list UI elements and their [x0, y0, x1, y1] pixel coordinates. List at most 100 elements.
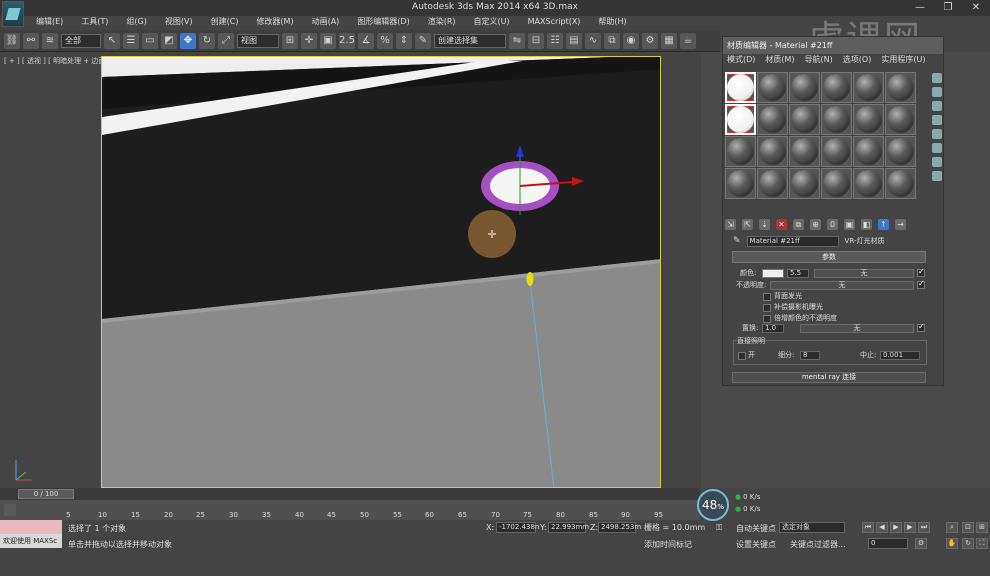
go-forward-sibling-icon[interactable]: →: [895, 218, 906, 230]
viewport-label[interactable]: [ + ] [ 透视 ] [ 明暗处理 + 边面 ]: [4, 56, 110, 66]
pick-material-icon[interactable]: ✎: [733, 236, 741, 246]
auto-key-button[interactable]: 自动关键点: [736, 523, 776, 534]
key-filters-button[interactable]: 关键点过滤器...: [790, 539, 846, 550]
menu-modifiers[interactable]: 修改器(M): [248, 16, 301, 28]
next-frame-icon[interactable]: ▶: [904, 522, 916, 533]
zoom-icon[interactable]: ⌕: [946, 522, 958, 533]
mini-curve-editor-icon[interactable]: [4, 504, 16, 516]
3dsmax-logo-icon[interactable]: [2, 1, 24, 27]
key-target-select[interactable]: 选定对象: [779, 522, 845, 533]
displace-amount-field[interactable]: 1.0: [762, 324, 784, 333]
previous-frame-icon[interactable]: ◀: [876, 522, 888, 533]
material-slot[interactable]: [853, 168, 884, 199]
play-icon[interactable]: ▶: [890, 522, 902, 533]
current-frame-field[interactable]: 0: [868, 538, 908, 549]
menu-tools[interactable]: 工具(T): [73, 16, 116, 28]
material-slot[interactable]: [757, 72, 788, 103]
zoom-all-icon[interactable]: ⊞: [976, 522, 988, 533]
select-by-material-icon[interactable]: [932, 171, 942, 181]
select-by-name-icon[interactable]: ☰: [123, 32, 139, 49]
backlight-icon[interactable]: [932, 87, 942, 97]
sample-type-icon[interactable]: [932, 73, 942, 83]
set-key-button[interactable]: 设置关键点: [736, 539, 776, 550]
pan-icon[interactable]: ✋: [946, 538, 958, 549]
maximize-viewport-icon[interactable]: ⛶: [976, 538, 988, 549]
edit-named-selection-icon[interactable]: ✎: [415, 32, 431, 49]
snaps-toggle-icon[interactable]: 2.5: [339, 32, 355, 49]
material-type-button[interactable]: VR-灯光材质: [845, 236, 885, 246]
displace-map-button[interactable]: 无: [800, 324, 914, 333]
material-slot[interactable]: [821, 168, 852, 199]
schematic-view-icon[interactable]: ⧉: [604, 32, 620, 49]
orbit-icon[interactable]: ↻: [962, 538, 974, 549]
cutoff-field[interactable]: 0.001: [880, 351, 920, 360]
select-and-manipulate-icon[interactable]: ✛: [301, 32, 317, 49]
show-end-result-icon[interactable]: ◧: [861, 218, 872, 230]
me-menu-navigation[interactable]: 导航(N): [805, 54, 833, 66]
me-menu-utilities[interactable]: 实用程序(U): [881, 54, 925, 66]
key-icon[interactable]: ⚿: [716, 523, 722, 533]
material-slot[interactable]: [789, 136, 820, 167]
bind-space-warp-icon[interactable]: ≋: [42, 32, 58, 49]
displace-map-checkbox[interactable]: [917, 322, 925, 332]
make-unique-icon[interactable]: ⧉: [793, 218, 804, 230]
menu-views[interactable]: 视图(V): [157, 16, 201, 28]
me-menu-material[interactable]: 材质(M): [765, 54, 794, 66]
time-slider[interactable]: 0 / 100: [0, 488, 700, 500]
put-material-icon[interactable]: ⇱: [742, 218, 753, 230]
menu-animation[interactable]: 动画(A): [304, 16, 348, 28]
mirror-icon[interactable]: ⇋: [509, 32, 525, 49]
sample-uv-tiling-icon[interactable]: [932, 115, 942, 125]
spinner-snap-icon[interactable]: ⇕: [396, 32, 412, 49]
material-editor-icon[interactable]: ◉: [623, 32, 639, 49]
menu-graph-editors[interactable]: 图形编辑器(D): [349, 16, 417, 28]
make-preview-icon[interactable]: [932, 143, 942, 153]
close-button[interactable]: ✕: [962, 0, 990, 16]
restore-button[interactable]: ❐: [934, 0, 962, 16]
material-slot[interactable]: [789, 104, 820, 135]
material-slot[interactable]: [757, 104, 788, 135]
get-material-icon[interactable]: ⇲: [725, 218, 736, 230]
put-to-library-icon[interactable]: ⊕: [810, 218, 821, 230]
color-swatch[interactable]: [762, 269, 784, 278]
time-slider-thumb[interactable]: 0 / 100: [18, 489, 74, 499]
select-and-move-icon[interactable]: ✥: [180, 32, 196, 49]
material-slot[interactable]: [725, 168, 756, 199]
reference-coordinate-select[interactable]: 视图: [237, 33, 279, 48]
menu-edit[interactable]: 编辑(E): [28, 16, 71, 28]
opacity-map-checkbox[interactable]: [917, 279, 925, 289]
align-icon[interactable]: ⊟: [528, 32, 544, 49]
material-slot[interactable]: [757, 168, 788, 199]
material-slot[interactable]: [821, 72, 852, 103]
material-slot[interactable]: [789, 168, 820, 199]
me-menu-modes[interactable]: 模式(D): [727, 54, 755, 66]
render-setup-icon[interactable]: ⚙: [642, 32, 658, 49]
compensate-camera-checkbox[interactable]: [763, 304, 771, 312]
material-slot[interactable]: [725, 104, 756, 135]
unlink-icon[interactable]: ⚯: [23, 32, 39, 49]
material-slot[interactable]: [789, 72, 820, 103]
color-map-checkbox[interactable]: [917, 267, 925, 277]
pivot-center-icon[interactable]: ⊞: [282, 32, 298, 49]
maxscript-listener[interactable]: 欢迎使用 MAXSc: [0, 534, 62, 548]
material-slot[interactable]: [885, 72, 916, 103]
window-crossing-icon[interactable]: ◩: [161, 32, 177, 49]
select-object-icon[interactable]: ↖: [104, 32, 120, 49]
me-menu-options[interactable]: 选项(O): [843, 54, 872, 66]
material-slot[interactable]: [821, 104, 852, 135]
track-bar[interactable]: 5 10 15 20 25 30 35 40 45 50 55 60 65 70…: [0, 500, 700, 520]
menu-rendering[interactable]: 渲染(R): [420, 16, 464, 28]
named-selection-select[interactable]: 创建选择集: [434, 33, 506, 48]
x-coord-field[interactable]: -1702.438n: [496, 522, 539, 533]
menu-group[interactable]: 组(G): [118, 16, 154, 28]
go-to-start-icon[interactable]: ⏮: [862, 522, 874, 533]
link-icon[interactable]: ⛓: [4, 32, 20, 49]
menu-help[interactable]: 帮助(H): [590, 16, 634, 28]
graphite-tools-icon[interactable]: ▤: [566, 32, 582, 49]
select-and-scale-icon[interactable]: ⤢: [218, 32, 234, 49]
material-name-field[interactable]: Material #21ff: [746, 235, 839, 247]
reset-map-icon[interactable]: ✕: [776, 218, 787, 230]
params-rollout-header[interactable]: 参数: [732, 251, 926, 263]
material-slot[interactable]: [853, 104, 884, 135]
maxscript-listener-pink[interactable]: [0, 520, 62, 534]
